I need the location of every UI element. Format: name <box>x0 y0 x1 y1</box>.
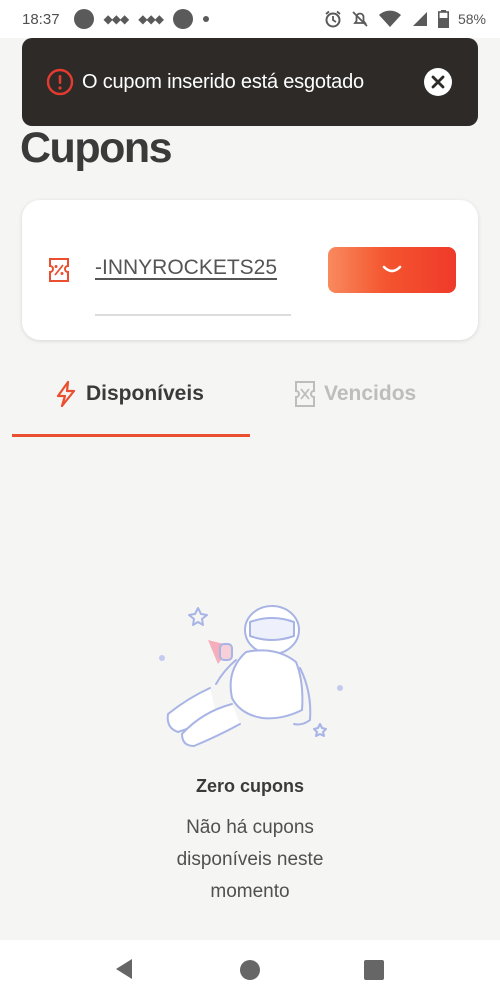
ticket-percent-icon <box>49 258 69 282</box>
status-bar: 18:37 ◆◆◆ ◆◆◆ 58% <box>0 0 500 38</box>
notification-icons: ◆◆◆ ◆◆◆ <box>73 9 209 29</box>
tab-available[interactable]: Disponíveis <box>54 380 204 408</box>
coupon-card: -INNYROCKETS25 <box>22 200 478 340</box>
coupon-code-input[interactable]: -INNYROCKETS25 <box>95 256 295 286</box>
active-tab-indicator <box>12 434 250 437</box>
back-icon[interactable] <box>114 958 134 980</box>
tab-available-label: Disponíveis <box>86 382 204 405</box>
alarm-icon <box>325 10 341 28</box>
input-underline <box>95 314 291 316</box>
circle-app-icon <box>172 9 193 29</box>
tab-expired[interactable]: Vencidos <box>294 380 416 408</box>
wifi-icon <box>378 10 401 27</box>
chat-bubble-icon <box>73 9 94 29</box>
lightning-icon <box>56 380 76 408</box>
loading-spinner-icon <box>382 265 402 273</box>
battery-icon <box>437 10 449 28</box>
system-icons: 58% <box>324 10 486 28</box>
navigation-bar <box>0 940 500 1000</box>
close-icon <box>431 75 445 89</box>
empty-state-description: Não há cupons disponíveis neste momento <box>176 817 324 902</box>
alert-circle-icon <box>46 68 74 96</box>
game-controller-icon: ◆◆◆ <box>138 12 164 26</box>
tab-expired-label: Vencidos <box>324 382 417 405</box>
signal-icon <box>412 12 427 26</box>
page-title: Cupons <box>20 124 173 172</box>
home-icon[interactable] <box>240 960 260 980</box>
dot-icon <box>202 16 209 22</box>
recents-icon[interactable] <box>364 960 384 980</box>
apply-coupon-button[interactable] <box>328 247 456 293</box>
battery-percent: 58% <box>457 11 486 27</box>
empty-state-title: Zero cupons <box>195 776 304 796</box>
astronaut-illustration <box>159 605 343 747</box>
status-time: 18:37 <box>22 10 60 28</box>
error-toast: O cupom inserido está esgotado <box>22 38 478 126</box>
close-toast-button[interactable] <box>424 68 452 96</box>
toast-message: O cupom inserido está esgotado <box>82 70 364 93</box>
expired-ticket-icon <box>295 381 315 407</box>
muted-bell-icon <box>352 11 368 27</box>
game-controller-icon: ◆◆◆ <box>103 12 130 26</box>
